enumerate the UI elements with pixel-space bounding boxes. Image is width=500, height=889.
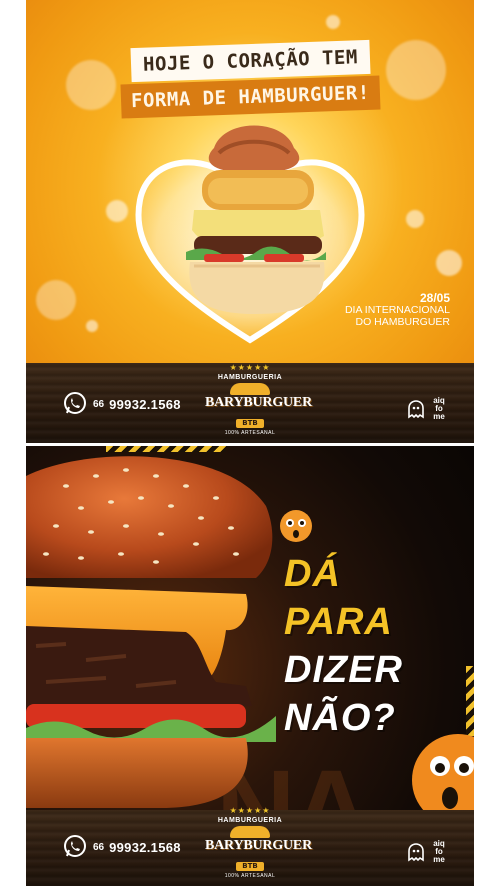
bokeh-light (36, 280, 76, 320)
whatsapp-icon (64, 835, 86, 857)
post-cant-say-no: NA (26, 446, 474, 886)
post-hamburger-day: HOJE O CORAÇÃO TEM FORMA DE HAMBURGUER! (26, 0, 474, 443)
aiqfome-wordmark: aiq fo me (430, 397, 448, 421)
bokeh-light (106, 200, 128, 222)
aiqfome-wordmark: aiq fo me (430, 840, 448, 864)
bokeh-light (86, 320, 98, 332)
brand-logo: ★★★★★ HAMBURGUERIA BARYBURGUER BTB 100% … (205, 806, 312, 879)
phone-area-code: 66 (93, 841, 105, 853)
brand-arc-text: HAMBURGUERIA (217, 374, 283, 381)
logo-stars-icon: ★★★★★ (229, 806, 271, 815)
brand-name: BARYBURGUER (205, 395, 312, 410)
headline-line-2: FORMA DE HAMBURGUER! (26, 75, 474, 119)
bokeh-light (326, 15, 340, 29)
headline-line-1: HOJE O CORAÇÃO TEM (26, 39, 474, 83)
brand-arc-text: HAMBURGUERIA (217, 817, 283, 824)
wood-footer: 66 99932.1568 ★★★★★ HAMBURGUERIA BARYBUR… (26, 363, 474, 443)
brand-sub: BTB (236, 419, 264, 428)
headline-line-2-text: FORMA DE HAMBURGUER! (120, 75, 380, 119)
aiqfome-badge[interactable]: aiq fo me (406, 840, 448, 864)
phone-number: 99932.1568 (109, 396, 181, 412)
question-line-4: NÃO? (284, 697, 396, 739)
aiqfome-badge[interactable]: aiq fo me (406, 397, 448, 421)
caution-stripes (466, 666, 474, 736)
heart-burger-image (186, 125, 326, 314)
event-name-line-1: DIA INTERNACIONAL (344, 304, 450, 316)
whatsapp-icon (64, 392, 86, 414)
shocked-emoji-icon (280, 510, 312, 542)
logo-stars-icon: ★★★★★ (229, 363, 271, 372)
bokeh-light (436, 250, 462, 276)
aiqfome-line-3: me (433, 412, 445, 421)
event-date: 28/05 (419, 291, 450, 305)
brand-tagline: 100% ARTESANAL (224, 873, 276, 879)
aiqfome-icon (408, 843, 424, 862)
question-line-3: DIZER (284, 649, 403, 691)
cheeseburger-image (26, 456, 276, 808)
phone-number: 99932.1568 (109, 839, 181, 855)
phone-contact[interactable]: 66 99932.1568 (62, 834, 181, 860)
question-line-1: DÁ (284, 553, 341, 595)
logo-bun-icon (230, 383, 270, 395)
brand-tagline: 100% ARTESANAL (224, 430, 276, 436)
event-name-line-2: DO HAMBURGUER (355, 316, 450, 328)
aiqfome-icon (408, 400, 424, 419)
question-headline: DÁ PARA DIZER NÃO? (284, 550, 403, 742)
brand-name: BARYBURGUER (205, 838, 312, 853)
event-date-block: 28/05 DIA INTERNACIONAL DO HAMBURGUER (345, 292, 450, 328)
headline-line-1-text: HOJE O CORAÇÃO TEM (130, 39, 370, 83)
logo-bun-icon (230, 826, 270, 838)
bokeh-light (406, 210, 424, 228)
question-line-2: PARA (284, 601, 393, 643)
phone-area-code: 66 (93, 398, 105, 410)
wood-footer: 66 99932.1568 ★★★★★ HAMBURGUERIA BARYBUR… (26, 806, 474, 886)
phone-contact[interactable]: 66 99932.1568 (62, 391, 181, 417)
brand-logo: ★★★★★ HAMBURGUERIA BARYBURGUER BTB 100% … (205, 363, 312, 436)
brand-sub: BTB (236, 862, 264, 871)
aiqfome-line-3: me (433, 855, 445, 864)
